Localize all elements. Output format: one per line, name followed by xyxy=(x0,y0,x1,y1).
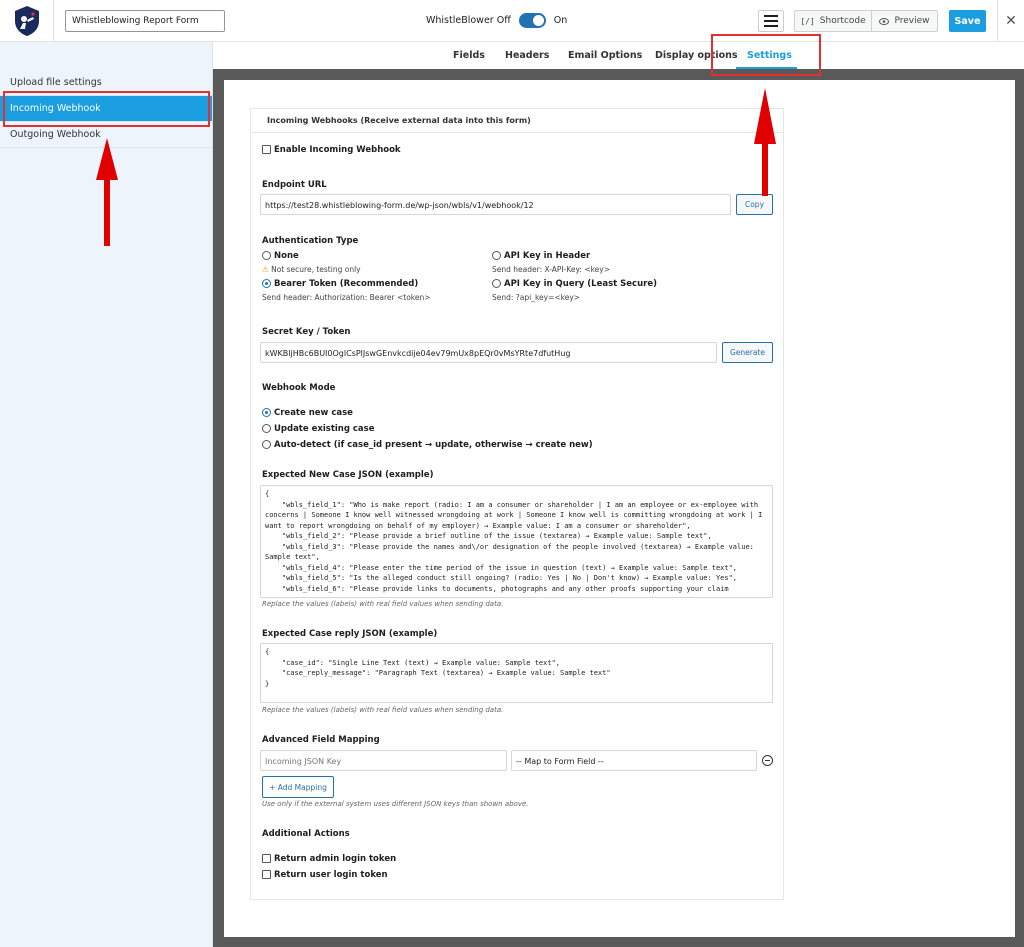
shortcode-button[interactable]: [/] Shortcode xyxy=(794,10,872,32)
auth-api-query-radio[interactable] xyxy=(492,279,501,288)
eye-icon xyxy=(879,17,890,25)
menu-button[interactable] xyxy=(758,10,784,32)
top-bar: Whistleblowing Report Form WhistleBlower… xyxy=(0,0,1024,42)
auth-api-query-label: API Key in Query (Least Secure) xyxy=(504,279,657,289)
secret-key-label: Secret Key / Token xyxy=(262,327,351,337)
new-case-json-textarea[interactable]: { "wbls_field_1": "Who is make report (r… xyxy=(260,485,773,598)
auth-api-header-label: API Key in Header xyxy=(504,251,591,261)
settings-sidebar: Upload file settings Incoming Webhook Ou… xyxy=(0,42,213,947)
whistleblower-toggle[interactable] xyxy=(518,13,546,28)
auth-none-radio[interactable] xyxy=(262,251,271,260)
auth-api-header-radio[interactable] xyxy=(492,251,501,260)
tab-bar: Fields Headers Email Options Display opt… xyxy=(213,42,1024,69)
remove-mapping-icon[interactable] xyxy=(762,755,773,766)
toggle-on-label: On xyxy=(553,15,568,26)
auth-bearer-hint: Send header: Authorization: Bearer <toke… xyxy=(262,293,431,302)
hamburger-icon xyxy=(764,15,778,17)
new-case-json-label: Expected New Case JSON (example) xyxy=(262,470,434,480)
mode-create-label: Create new case xyxy=(274,408,353,418)
secret-key-field[interactable]: kWKBljHBc6BUI0OglCsPlJswGEnvkcdije04ev79… xyxy=(260,342,717,363)
mode-update-label: Update existing case xyxy=(274,424,375,434)
tab-settings[interactable]: Settings xyxy=(747,50,792,61)
mode-auto-label: Auto-detect (if case_id present → update… xyxy=(274,440,593,450)
reply-json-label: Expected Case reply JSON (example) xyxy=(262,629,438,639)
enable-webhook-label: Enable Incoming Webhook xyxy=(274,145,401,155)
auth-bearer-label: Bearer Token (Recommended) xyxy=(274,279,419,289)
map-form-field-select[interactable]: -- Map to Form Field -- xyxy=(511,750,757,771)
shortcode-icon: [/] xyxy=(800,16,815,26)
auth-type-label: Authentication Type xyxy=(262,236,359,246)
admin-token-checkbox[interactable] xyxy=(262,854,271,863)
warning-icon: ⚠ xyxy=(262,265,269,274)
mode-create-radio[interactable] xyxy=(262,408,271,417)
toggle-off-label: WhistleBlower Off xyxy=(426,15,511,26)
mapping-hint: Use only if the external system uses dif… xyxy=(262,800,529,808)
endpoint-url-label: Endpoint URL xyxy=(262,180,327,190)
reply-json-textarea[interactable]: { "case_id": "Single Line Text (text) → … xyxy=(260,643,773,703)
shield-logo-icon xyxy=(14,6,39,36)
auth-none-hint: ⚠ Not secure, testing only xyxy=(262,265,361,274)
sidebar-item-outgoing-webhook[interactable]: Outgoing Webhook xyxy=(0,122,212,148)
add-mapping-button[interactable]: + Add Mapping xyxy=(262,776,334,798)
mode-auto-radio[interactable] xyxy=(262,440,271,449)
endpoint-url-field[interactable]: https://test28.whistleblowing-form.de/wp… xyxy=(260,194,731,215)
field-mapping-label: Advanced Field Mapping xyxy=(262,735,380,745)
shortcode-label: Shortcode xyxy=(819,16,866,26)
whistleblower-toggle-group: WhistleBlower Off On xyxy=(426,13,567,28)
reply-json-hint: Replace the values (labels) with real fi… xyxy=(262,706,504,714)
generate-button[interactable]: Generate xyxy=(722,342,773,363)
form-title-input[interactable]: Whistleblowing Report Form xyxy=(65,10,225,32)
tab-email-options[interactable]: Email Options xyxy=(568,50,642,61)
tab-display-options[interactable]: Display options xyxy=(655,50,738,61)
mode-update-radio[interactable] xyxy=(262,424,271,433)
save-button[interactable]: Save xyxy=(949,10,986,32)
admin-token-label: Return admin login token xyxy=(274,854,397,864)
sidebar-item-incoming-webhook[interactable]: Incoming Webhook xyxy=(0,96,212,122)
sidebar-item-upload-file-settings[interactable]: Upload file settings xyxy=(0,70,212,96)
new-case-json-hint: Replace the values (labels) with real fi… xyxy=(262,600,504,608)
webhook-mode-label: Webhook Mode xyxy=(262,383,336,393)
user-token-checkbox[interactable] xyxy=(262,870,271,879)
preview-label: Preview xyxy=(894,16,930,26)
user-token-label: Return user login token xyxy=(274,870,388,880)
auth-none-hint-text: Not secure, testing only xyxy=(271,265,361,274)
preview-button[interactable]: Preview xyxy=(871,10,938,32)
close-icon[interactable]: ✕ xyxy=(997,0,1024,42)
auth-api-query-hint: Send: ?api_key=<key> xyxy=(492,293,581,302)
hamburger-line xyxy=(764,20,778,22)
panel-header: Incoming Webhooks (Receive external data… xyxy=(250,108,784,133)
additional-actions-label: Additional Actions xyxy=(262,829,350,839)
hamburger-line xyxy=(764,25,778,27)
tab-headers[interactable]: Headers xyxy=(505,50,549,61)
tab-fields[interactable]: Fields xyxy=(453,50,485,61)
json-key-input[interactable]: Incoming JSON Key xyxy=(260,750,507,771)
enable-webhook-checkbox[interactable] xyxy=(262,145,271,154)
auth-none-label: None xyxy=(274,251,299,261)
auth-api-header-hint: Send header: X-API-Key: <key> xyxy=(492,265,611,274)
copy-button[interactable]: Copy xyxy=(736,194,773,215)
app-logo xyxy=(0,0,54,42)
auth-bearer-radio[interactable] xyxy=(262,279,271,288)
minus-line xyxy=(765,760,770,761)
